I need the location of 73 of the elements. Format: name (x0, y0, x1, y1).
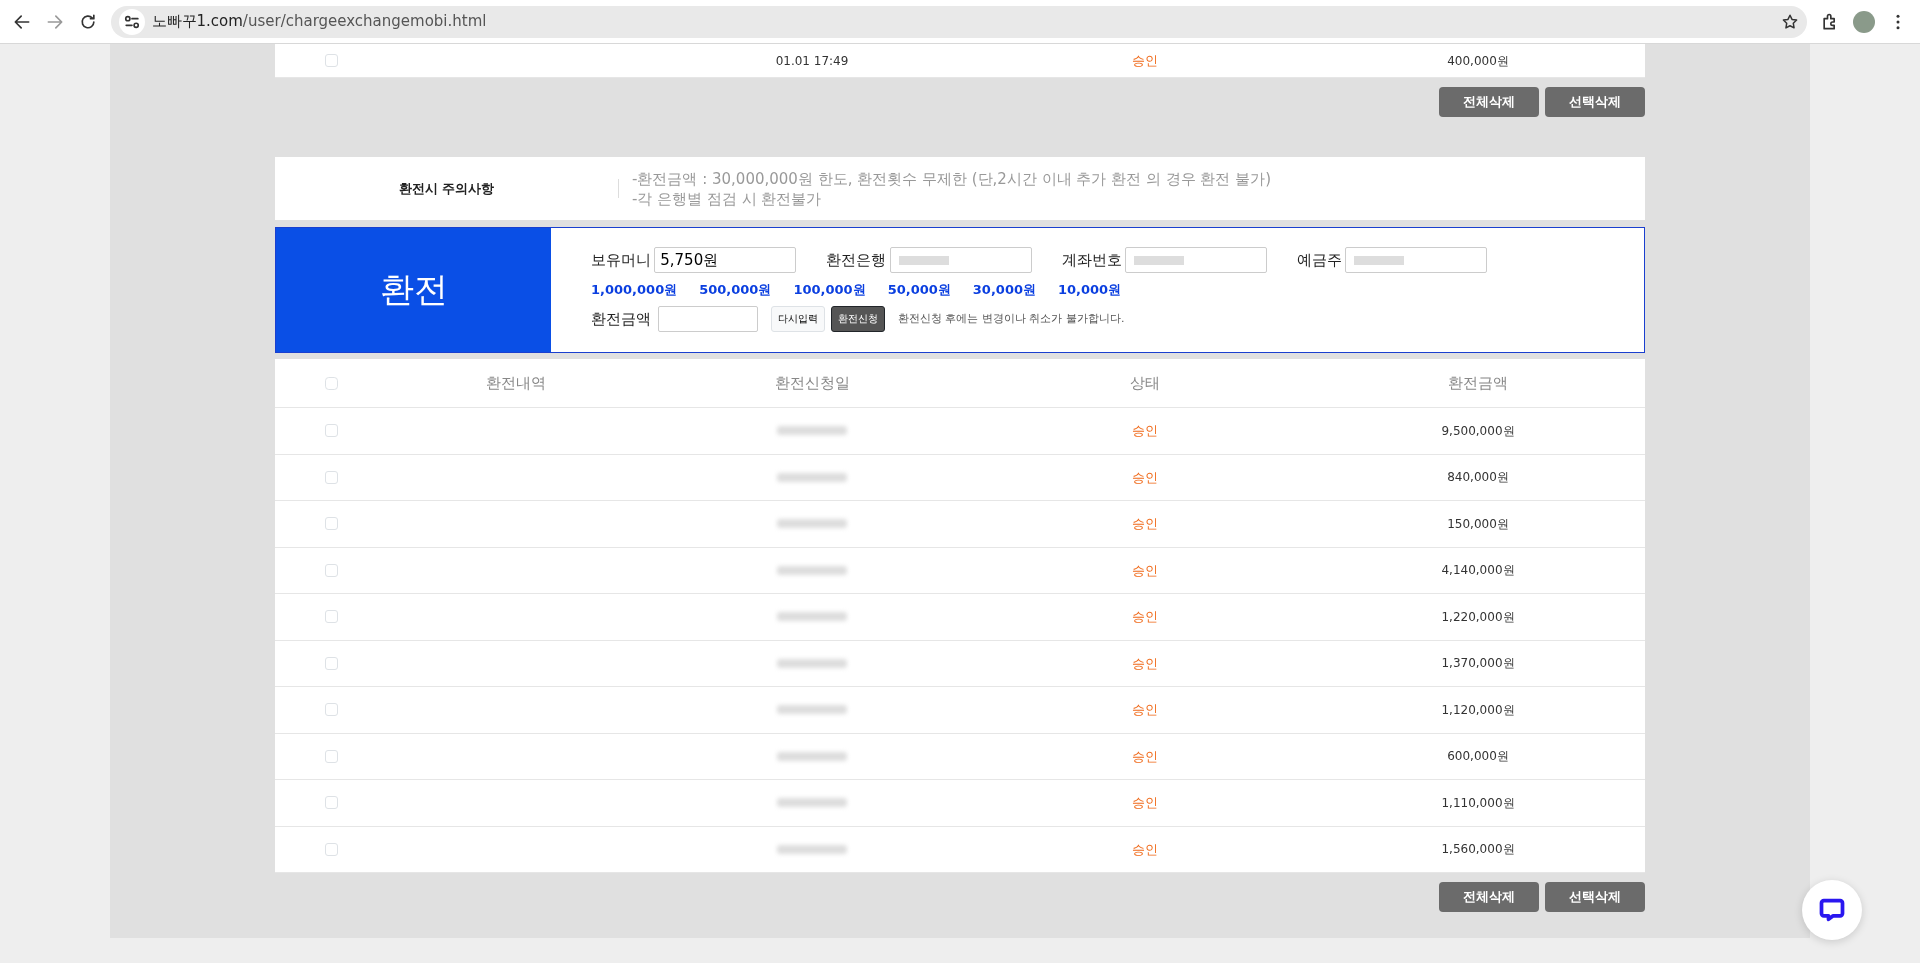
delete-selected-button[interactable]: 선택삭제 (1545, 882, 1645, 912)
status-text: 승인 (1132, 840, 1158, 859)
status-text: 승인 (1132, 51, 1158, 70)
row-checkbox[interactable] (324, 517, 338, 531)
column-header: 상태 (1130, 372, 1160, 394)
input-field[interactable] (1124, 247, 1267, 274)
status-text: 승인 (1132, 654, 1158, 673)
amount-text: 1,370,000원 (1441, 655, 1515, 673)
notice-text: 환전신청 후에는 변경이나 취소가 불가합니다. (898, 310, 1125, 327)
column-header: 환전내역 (486, 372, 546, 394)
delete-selected-button[interactable]: 선택삭제 (1545, 87, 1645, 117)
row-checkbox[interactable] (324, 656, 338, 670)
exchange-title: 환전 (276, 227, 551, 352)
row-checkbox[interactable] (324, 610, 338, 624)
amount-text: 9,500,000원 (1441, 422, 1515, 440)
notice-line: -각 은행별 점검 시 환전불가 (632, 188, 823, 209)
amount-link[interactable]: 1,000,000원 (591, 279, 678, 300)
field-label: 보유머니 (591, 250, 651, 271)
row-checkbox[interactable] (324, 703, 338, 717)
url-path[interactable]: /user/chargeexchangemobi.html (242, 10, 487, 33)
amount-input-field[interactable] (657, 305, 758, 332)
amount-text: 1,120,000원 (1441, 701, 1515, 719)
amount-text: 4,140,000원 (1441, 562, 1515, 580)
notice-line: -환전금액 : 30,000,000원 한도, 환전횟수 무제한 (단,2시간 이내 추가 환전 의 경우 환전 불가) (632, 168, 1272, 189)
row-checkbox[interactable] (324, 54, 338, 67)
chat-button[interactable] (1802, 880, 1862, 940)
delete-all-button[interactable]: 전체삭제 (1438, 882, 1539, 912)
row-checkbox[interactable] (324, 842, 338, 856)
column-header: 환전신청일 (774, 372, 850, 394)
row-checkbox[interactable] (324, 376, 338, 390)
amount-text: 840,000원 (1447, 469, 1509, 487)
field-label: 예금주 (1296, 250, 1342, 271)
status-text: 승인 (1132, 468, 1158, 487)
amount-text: 600,000원 (1447, 748, 1509, 766)
status-text: 승인 (1132, 422, 1158, 440)
field-label: 환전금액 (591, 308, 651, 330)
amount-link[interactable]: 50,000원 (887, 279, 951, 300)
row-checkbox[interactable] (324, 796, 338, 810)
status-text: 승인 (1132, 515, 1158, 533)
site-settings-icon[interactable] (119, 8, 145, 35)
input-field[interactable] (889, 247, 1032, 274)
url-host[interactable]: 노빠꾸1.com (151, 10, 243, 33)
submit-button[interactable]: 환전신청 (831, 305, 885, 332)
status-text: 승인 (1132, 608, 1158, 626)
input-field[interactable]: 5,750원 (654, 247, 797, 274)
row-checkbox[interactable] (324, 424, 338, 438)
amount-text: 1,110,000원 (1441, 794, 1515, 812)
date-text: 01.01 17:49 (775, 52, 849, 70)
profile-avatar[interactable] (1853, 10, 1875, 33)
status-text: 승인 (1132, 561, 1158, 580)
field-label: 계좌번호 (1061, 250, 1122, 271)
amount-text: 1,220,000원 (1441, 608, 1515, 626)
amount-text: 150,000원 (1447, 515, 1509, 533)
row-checkbox[interactable] (324, 749, 338, 763)
amount-link[interactable]: 100,000원 (793, 279, 866, 300)
amount-text: 400,000원 (1447, 52, 1509, 70)
input-field[interactable] (1345, 247, 1487, 274)
amount-link[interactable]: 10,000원 (1058, 279, 1122, 300)
status-text: 승인 (1132, 794, 1158, 812)
column-header: 환전금액 (1448, 372, 1508, 394)
status-text: 승인 (1132, 747, 1158, 766)
field-label: 환전은행 (826, 250, 887, 271)
row-checkbox[interactable] (324, 470, 338, 484)
amount-text: 1,560,000원 (1441, 841, 1515, 859)
chat-bubble-icon[interactable] (1818, 896, 1846, 924)
delete-all-button[interactable]: 전체삭제 (1438, 87, 1539, 117)
amount-link[interactable]: 500,000원 (699, 279, 772, 300)
amount-link[interactable]: 30,000원 (972, 279, 1036, 300)
row-checkbox[interactable] (324, 563, 338, 577)
reset-button[interactable]: 다시입력 (770, 305, 825, 332)
star-icon[interactable] (1781, 12, 1799, 31)
notice-title: 환전시 주의사항 (275, 178, 619, 199)
status-text: 승인 (1132, 701, 1158, 719)
